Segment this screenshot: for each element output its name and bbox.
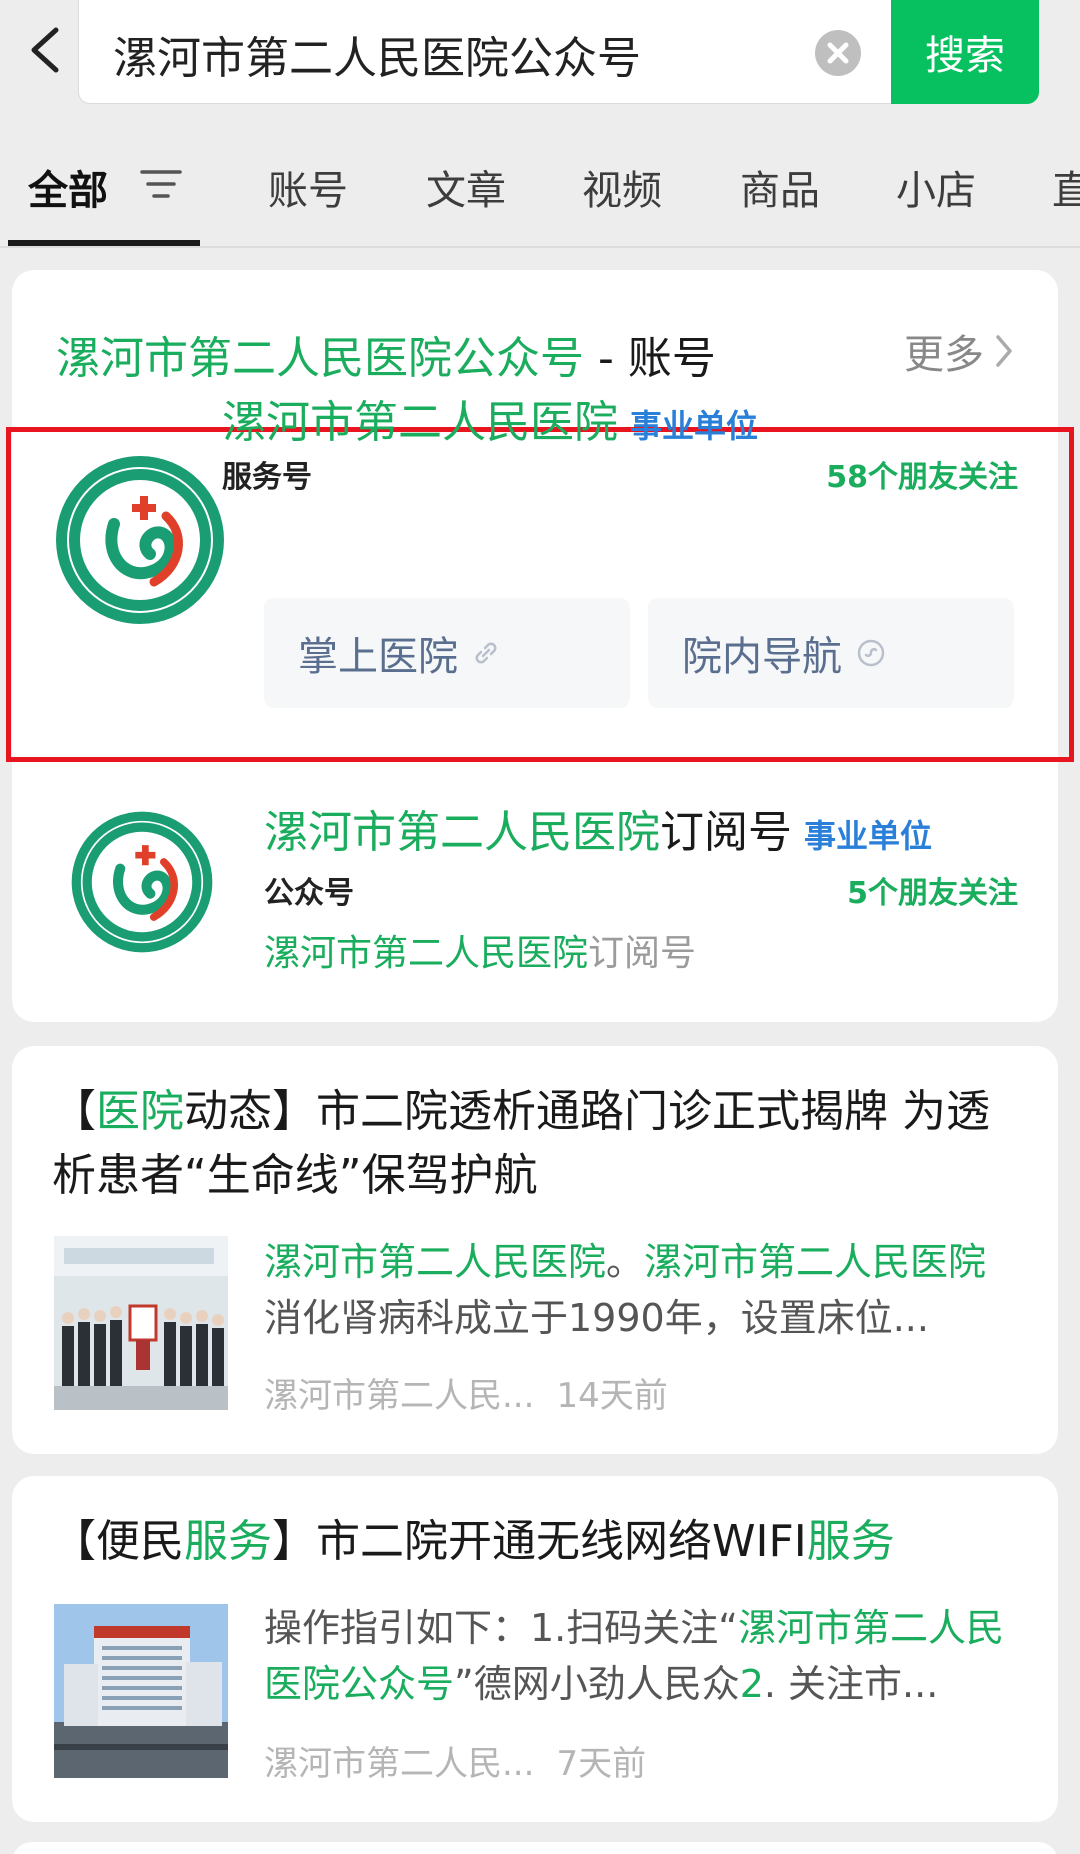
- account-badge: 事业单位: [630, 407, 759, 445]
- snippet-highlight: 漯河市第二人民医院: [644, 1240, 987, 1284]
- article-thumbnail: [54, 1604, 228, 1778]
- snippet-highlight: 漯河市第二人民医院: [264, 1240, 607, 1284]
- search-box[interactable]: 漯河市第二人民医院公众号 搜索: [78, 0, 1039, 104]
- article-snippet: 漯河市第二人民医院。漯河市第二人民医院消化肾病科成立于1990年，设置床位...: [264, 1234, 1020, 1346]
- tab-videos[interactable]: 视频: [582, 158, 662, 216]
- back-arrow-icon[interactable]: [22, 20, 70, 80]
- article-card[interactable]: 【便民服务】市二院开通无线网络WIFI服务 操作指引如下：1.扫码关注“漯河市第…: [12, 1476, 1058, 1822]
- article-meta: 漯河市第二人民... 7天前: [264, 1736, 646, 1785]
- article-card[interactable]: 【医院动态】市二院透析通路门诊正式揭牌 为透析患者“生命线”保驾护航 漯河市第二…: [12, 1046, 1058, 1454]
- hospital-logo: [71, 811, 213, 953]
- article-title[interactable]: 【便民服务】市二院开通无线网络WIFI服务: [52, 1510, 1012, 1574]
- snippet-part: 。: [606, 1240, 645, 1284]
- desc-highlight: 漯河市第二人民医院: [264, 933, 589, 974]
- tab-products[interactable]: 商品: [740, 158, 820, 216]
- account-description: 漯河市第二人民医院订阅号: [264, 924, 696, 976]
- title-part: 【: [52, 1086, 96, 1137]
- snippet-part: 消化肾病科成立于1990年，设置床位...: [264, 1296, 929, 1340]
- title-highlight: 服务: [806, 1516, 895, 1567]
- top-bar: 漯河市第二人民医院公众号 搜索: [0, 0, 1080, 118]
- more-link[interactable]: 更多: [904, 322, 1014, 380]
- title-part: 【便民: [52, 1516, 184, 1567]
- section-title: 漯河市第二人民医院公众号 - 账号: [56, 322, 716, 386]
- article-title[interactable]: 【医院动态】市二院透析通路门诊正式揭牌 为透析患者“生命线”保驾护航: [52, 1080, 1012, 1208]
- article-snippet: 操作指引如下：1.扫码关注“漯河市第二人民医院公众号”德网小劲人民众2. 关注市…: [264, 1600, 1020, 1712]
- snippet-part: . 关注市...: [763, 1662, 939, 1706]
- next-card-edge: [12, 1842, 1058, 1854]
- filter-icon[interactable]: [140, 166, 182, 202]
- tab-accounts[interactable]: 账号: [268, 158, 348, 216]
- title-part: 】市二院开通无线网络WIFI: [272, 1516, 807, 1567]
- article-source: 漯河市第二人民...: [264, 1744, 535, 1784]
- account-type: 服务号: [222, 460, 312, 495]
- section-title-suffix: - 账号: [584, 333, 716, 384]
- article-time: 7天前: [556, 1744, 647, 1784]
- tab-articles[interactable]: 文章: [426, 158, 506, 216]
- search-input[interactable]: 漯河市第二人民医院公众号: [113, 22, 641, 86]
- snippet-highlight: 2: [739, 1662, 764, 1706]
- active-tab-indicator: [8, 240, 200, 246]
- snippet-part: ”德网小劲人民众: [454, 1662, 740, 1706]
- account-name[interactable]: 漯河市第二人民医院 事业单位: [222, 386, 758, 450]
- friends-count: 5个朋友关注: [847, 876, 1018, 911]
- accounts-card: 漯河市第二人民医院公众号 - 账号 更多 漯河市第二人民医院 事业单位 服务号 5…: [6, 270, 1074, 1022]
- link-icon: [475, 642, 497, 664]
- service-button-mobile-hospital[interactable]: 掌上医院: [264, 598, 630, 708]
- article-time: 14天前: [556, 1376, 668, 1416]
- account-badge: 事业单位: [804, 817, 933, 855]
- clear-icon[interactable]: [815, 30, 861, 76]
- desc-suffix: 订阅号: [588, 933, 697, 974]
- account-name-text: 漯河市第二人民医院: [222, 397, 618, 448]
- account-name[interactable]: 漯河市第二人民医院订阅号 事业单位: [264, 796, 932, 860]
- tab-all[interactable]: 全部: [28, 158, 108, 216]
- snippet-part: 操作指引如下：1.扫码关注“: [264, 1606, 738, 1650]
- service-button-navigation[interactable]: 院内导航: [648, 598, 1014, 708]
- more-label: 更多: [904, 332, 984, 378]
- chevron-right-icon: [996, 335, 1012, 367]
- account-name-highlight: 漯河市第二人民医院: [264, 807, 660, 858]
- hospital-logo: [56, 456, 224, 624]
- article-meta: 漯河市第二人民... 14天前: [264, 1368, 668, 1417]
- article-source: 漯河市第二人民...: [264, 1376, 535, 1416]
- friends-count: 58个朋友关注: [826, 460, 1018, 495]
- title-part: 动态】市二院透析通路门诊正式揭牌 为透析患者“生命线”保驾护航: [52, 1086, 990, 1201]
- filter-tabs: 全部 账号 文章 视频 商品 小店 直: [0, 140, 1080, 248]
- article-thumbnail: [54, 1236, 228, 1410]
- title-highlight: 医院: [96, 1086, 184, 1137]
- account-name-suffix: 订阅号: [660, 807, 792, 858]
- service-label: 院内导航: [682, 634, 842, 680]
- tab-live[interactable]: 直: [1052, 158, 1080, 216]
- tab-shops[interactable]: 小店: [896, 158, 976, 216]
- miniprogram-icon: [857, 639, 885, 667]
- section-title-highlight: 漯河市第二人民医院公众号: [56, 333, 584, 384]
- account-type: 公众号: [264, 876, 354, 911]
- title-highlight: 服务: [184, 1516, 272, 1567]
- search-button[interactable]: 搜索: [891, 0, 1039, 104]
- service-label: 掌上医院: [298, 634, 458, 680]
